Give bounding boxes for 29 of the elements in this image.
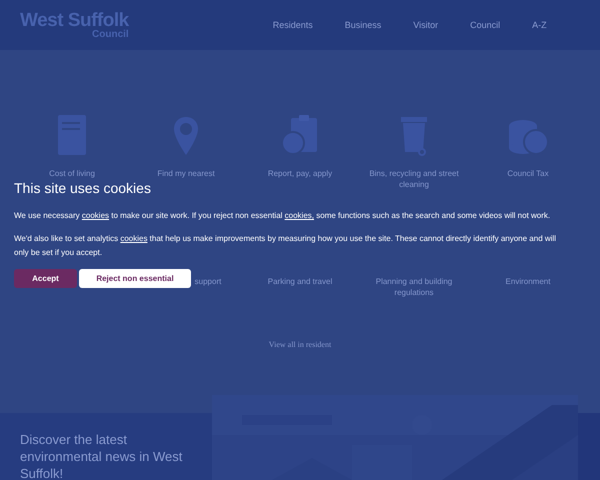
wheelie-bin-icon <box>400 114 428 156</box>
service-link[interactable]: Bins, recycling and street cleaning <box>369 168 459 190</box>
map-pin-icon <box>173 116 199 156</box>
document-icon <box>57 114 87 156</box>
cookie-banner-title: This site uses cookies <box>14 180 151 196</box>
service-link[interactable]: support <box>194 276 222 287</box>
service-link[interactable]: Environment <box>483 276 573 287</box>
reject-button[interactable]: Reject non essential <box>79 269 191 288</box>
accept-button[interactable]: Accept <box>14 269 77 288</box>
view-all-link[interactable]: View all in resident <box>268 340 332 349</box>
service-link[interactable]: Find my nearest <box>141 168 231 179</box>
feature-heading: Discover the latest environmental news in West Suffolk! <box>0 413 212 480</box>
nav-link[interactable]: Council <box>454 20 516 30</box>
nav-link[interactable]: Business <box>328 20 398 30</box>
cookies-link[interactable]: cookies <box>82 211 110 220</box>
service-link[interactable]: Cost of living <box>27 168 117 179</box>
clipboard-coin-icon <box>281 114 319 156</box>
cookie-notice-text: We'd also like to set analytics cookies that help us make improvements by measuring how you use the site. These cannot directly identify anyone and will only be set if you accept. <box>14 233 557 259</box>
cookie-notice-text: We use necessary cookies to make our site work. If you reject non essential cookies, some functions such as the search and some videos will not work. <box>14 210 552 222</box>
cookies-link[interactable]: cookies <box>120 234 148 243</box>
service-link[interactable]: Report, pay, apply <box>255 168 345 179</box>
coins-icon <box>507 118 549 156</box>
service-link[interactable]: Parking and travel <box>255 276 345 287</box>
service-link[interactable]: Council Tax <box>483 168 573 179</box>
cookies-link[interactable]: cookies, <box>284 211 314 220</box>
nav-link[interactable]: Residents <box>256 20 329 30</box>
nav-link[interactable]: A-Z <box>516 20 563 30</box>
service-link[interactable]: Planning and building regulations <box>369 276 459 298</box>
nav-link[interactable]: Visitor <box>397 20 454 30</box>
